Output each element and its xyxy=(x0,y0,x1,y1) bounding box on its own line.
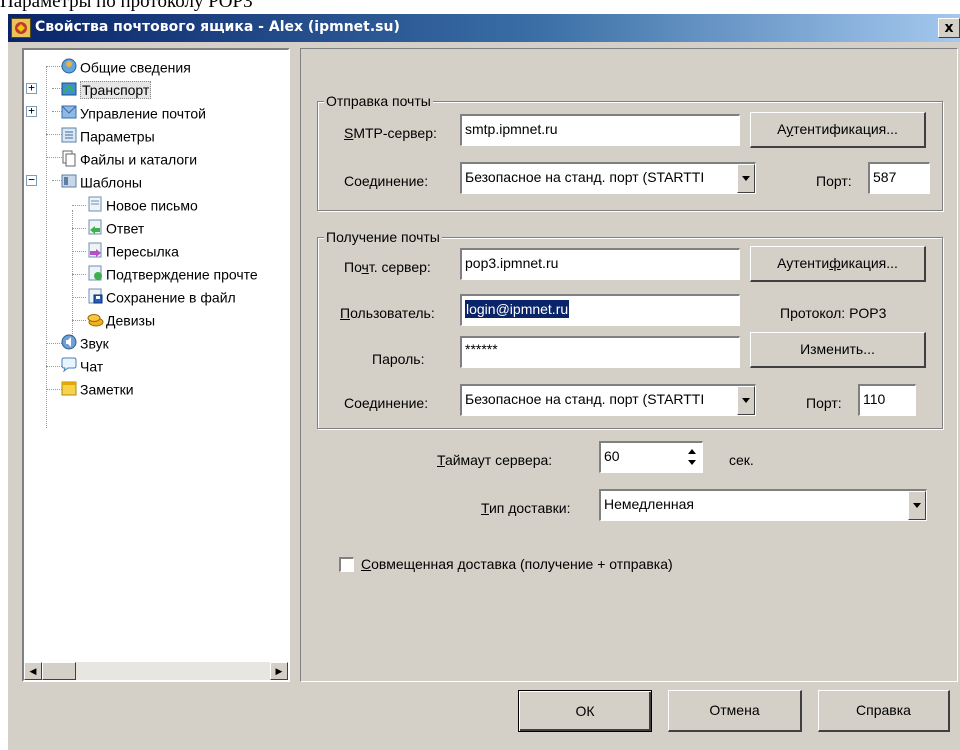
tree-item-parameters[interactable]: Параметры xyxy=(60,124,155,146)
info-icon xyxy=(60,57,78,75)
timeout-spinner[interactable]: 60 xyxy=(599,441,703,473)
receive-connection-label: Соединение: xyxy=(344,395,429,411)
password-input[interactable]: ****** xyxy=(460,336,740,368)
collapse-templates-toggle[interactable]: − xyxy=(26,174,37,186)
templates-icon xyxy=(60,172,78,190)
send-port-input[interactable]: 587 xyxy=(868,162,930,194)
tree-item-read-receipt[interactable]: Подтверждение прочте xyxy=(86,262,258,284)
notes-icon xyxy=(60,379,78,397)
tree-item-transport[interactable]: Транспорт xyxy=(60,78,152,100)
help-button[interactable]: Справка xyxy=(818,690,950,732)
transport-icon xyxy=(60,80,78,98)
ok-button[interactable]: ОК xyxy=(518,690,652,732)
tree-horizontal-scrollbar[interactable]: ◀ ▶ xyxy=(24,662,288,680)
receive-mail-legend: Получение почты xyxy=(324,229,442,245)
tree-item-mottos[interactable]: Девизы xyxy=(86,308,155,330)
read-receipt-icon xyxy=(86,264,104,282)
combined-delivery-checkbox[interactable] xyxy=(339,557,354,572)
sound-icon xyxy=(60,333,78,351)
chat-icon xyxy=(60,356,78,374)
save-to-file-icon xyxy=(86,287,104,305)
send-port-label: Порт: xyxy=(816,173,852,189)
chevron-down-icon[interactable] xyxy=(737,164,755,193)
files-icon xyxy=(60,149,78,167)
send-connection-label: Соединение: xyxy=(344,173,429,189)
spin-arrows-icon[interactable] xyxy=(684,443,702,472)
smtp-server-label: SMTP-сервер: xyxy=(344,125,437,141)
tree-item-save-to-file[interactable]: Сохранение в файл xyxy=(86,285,236,307)
protocol-value: POP3 xyxy=(849,305,887,321)
cancel-button[interactable]: Отмена xyxy=(668,690,802,732)
settings-tree[interactable]: + + − Общие сведения Транспорт Управлени… xyxy=(22,48,290,682)
reply-icon xyxy=(86,218,104,236)
password-label: Пароль: xyxy=(372,351,425,367)
tree-item-forward[interactable]: Пересылка xyxy=(86,239,179,261)
mailbox-properties-dialog: Свойства почтового ящика - Alex (ipmnet.… xyxy=(8,14,960,750)
scroll-left-button[interactable]: ◀ xyxy=(24,662,42,680)
send-mail-group: Отправка почты SMTP-сервер: smtp.ipmnet.… xyxy=(317,93,943,211)
receive-port-input[interactable]: 110 xyxy=(858,384,916,416)
tree-item-sound[interactable]: Звук xyxy=(60,331,109,353)
delivery-type-select[interactable]: Немедленная xyxy=(599,489,927,521)
tree-item-notes[interactable]: Заметки xyxy=(60,377,134,399)
mottos-icon xyxy=(86,310,104,328)
timeout-unit: сек. xyxy=(729,452,754,468)
receive-server-input[interactable]: pop3.ipmnet.ru xyxy=(460,248,740,280)
tree-item-general[interactable]: Общие сведения xyxy=(60,55,191,77)
smtp-server-input[interactable]: smtp.ipmnet.ru xyxy=(460,114,740,146)
tree-item-templates[interactable]: Шаблоны xyxy=(60,170,142,192)
tree-item-new-letter[interactable]: Новое письмо xyxy=(86,193,198,215)
title-bar[interactable]: Свойства почтового ящика - Alex (ipmnet.… xyxy=(8,14,960,42)
transport-settings-panel: Отправка почты SMTP-сервер: smtp.ipmnet.… xyxy=(300,48,958,682)
receive-mail-group: Получение почты Почт. сервер: pop3.ipmne… xyxy=(317,229,943,429)
forward-icon xyxy=(86,241,104,259)
receive-port-label: Порт: xyxy=(806,395,842,411)
change-password-button[interactable]: Изменить... xyxy=(750,332,926,368)
new-letter-icon xyxy=(86,195,104,213)
parameters-icon xyxy=(60,126,78,144)
app-icon xyxy=(11,18,31,38)
receive-auth-button[interactable]: Аутентификация... xyxy=(750,246,926,282)
combined-delivery-label[interactable]: Совмещенная доставка (получение + отправ… xyxy=(361,555,673,573)
page-caption: Параметры по протоколу POP3 xyxy=(0,0,253,12)
expand-transport-toggle[interactable]: + xyxy=(26,82,37,94)
receive-connection-select[interactable]: Безопасное на станд. порт (STARTTI xyxy=(460,384,756,416)
chevron-down-icon[interactable] xyxy=(737,386,755,415)
send-auth-button[interactable]: Аутентификация... xyxy=(750,112,926,148)
close-button[interactable]: x xyxy=(938,18,960,38)
timeout-label: Таймаут сервера: xyxy=(437,452,553,468)
delivery-type-label: Тип доставки: xyxy=(481,500,571,516)
scroll-right-button[interactable]: ▶ xyxy=(270,662,288,680)
window-title: Свойства почтового ящика - Alex (ipmnet.… xyxy=(35,19,400,35)
tree-item-mail-management[interactable]: Управление почтой xyxy=(60,101,206,123)
receive-server-label: Почт. сервер: xyxy=(344,259,431,275)
user-label: Пользователь: xyxy=(340,305,435,321)
tree-item-reply[interactable]: Ответ xyxy=(86,216,144,238)
chevron-down-icon[interactable] xyxy=(908,491,926,520)
send-connection-select[interactable]: Безопасное на станд. порт (STARTTI xyxy=(460,162,756,194)
expand-mail-management-toggle[interactable]: + xyxy=(26,105,37,117)
protocol-label: Протокол: POP3 xyxy=(780,305,887,321)
mail-management-icon xyxy=(60,103,78,121)
tree-item-chat[interactable]: Чат xyxy=(60,354,103,376)
send-mail-legend: Отправка почты xyxy=(324,93,433,109)
scroll-thumb[interactable] xyxy=(42,662,76,680)
user-input[interactable]: login@ipmnet.ru xyxy=(460,294,740,326)
tree-item-files[interactable]: Файлы и каталоги xyxy=(60,147,197,169)
